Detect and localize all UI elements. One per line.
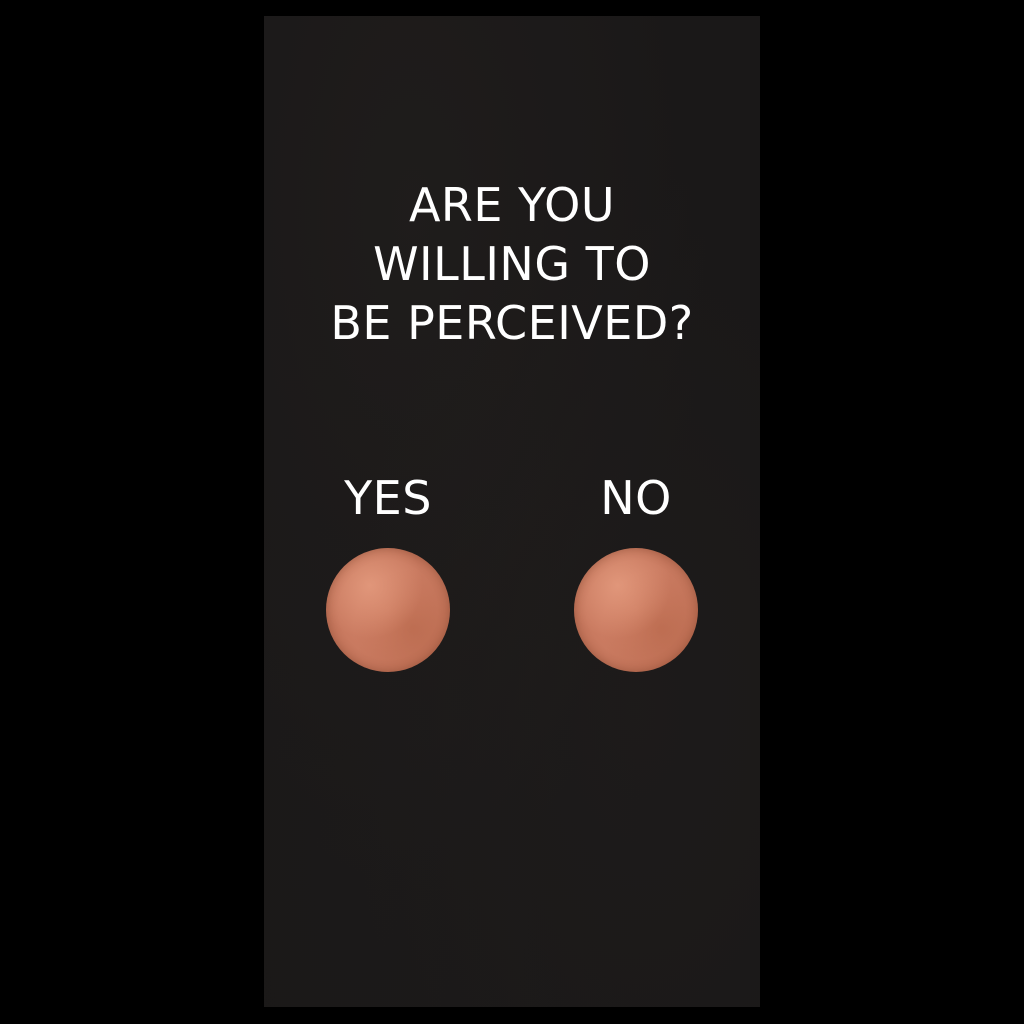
yes-button[interactable] xyxy=(326,548,450,672)
prompt-line-1: ARE YOU xyxy=(408,178,616,232)
prompt-question: ARE YOU WILLING TO BE PERCEIVED? xyxy=(264,176,760,353)
no-label: NO xyxy=(600,471,672,525)
prompt-line-2: WILLING TO xyxy=(373,237,651,291)
prompt-line-3: BE PERCEIVED? xyxy=(330,296,694,350)
dialog-panel: ARE YOU WILLING TO BE PERCEIVED? YES NO xyxy=(264,16,760,1007)
no-button[interactable] xyxy=(574,548,698,672)
yes-label: YES xyxy=(344,471,432,525)
